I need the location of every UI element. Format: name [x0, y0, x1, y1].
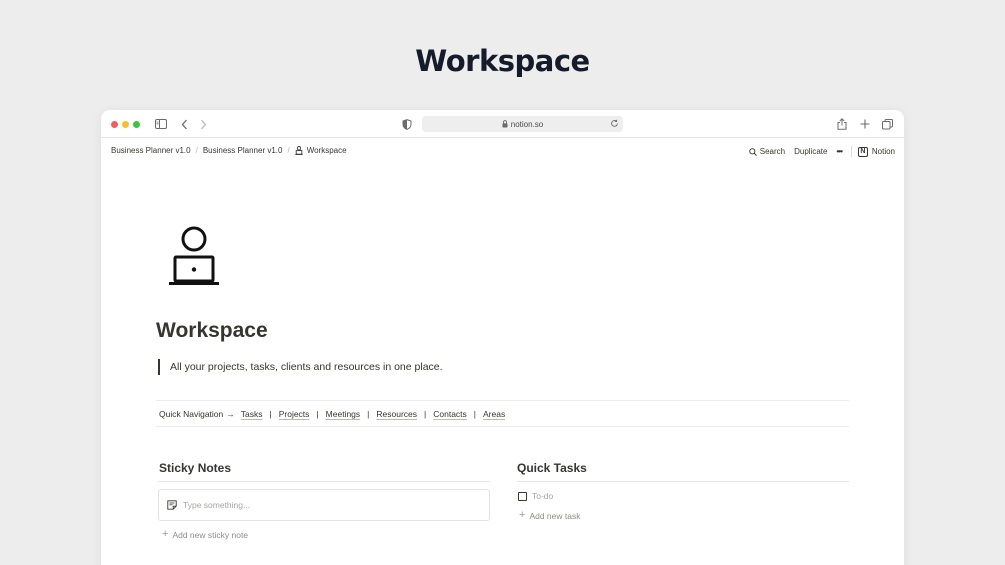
sidebar-icon[interactable]: [154, 117, 168, 131]
nav-separator: |: [424, 408, 427, 419]
notion-topbar: Business Planner v1.0 / Business Planner…: [101, 138, 904, 164]
tabs-overview-icon[interactable]: [880, 117, 894, 131]
nav-link-projects[interactable]: Projects: [279, 409, 310, 419]
reload-icon[interactable]: [610, 119, 619, 130]
duplicate-button[interactable]: Duplicate: [794, 147, 827, 156]
close-window-button[interactable]: [111, 121, 118, 128]
share-icon[interactable]: [835, 117, 849, 131]
sticky-note-input[interactable]: Type something...: [158, 489, 490, 521]
address-bar[interactable]: notion.so: [422, 116, 623, 132]
nav-link-resources[interactable]: Resources: [376, 409, 417, 419]
person-at-laptop-icon: [295, 146, 303, 155]
sticky-notes-heading[interactable]: Sticky Notes: [159, 461, 231, 475]
plus-icon: +: [519, 509, 526, 521]
search-label: Search: [759, 147, 786, 156]
nav-separator: |: [269, 408, 272, 419]
more-options-icon[interactable]: •••: [836, 147, 842, 156]
nav-separator: |: [367, 408, 370, 419]
add-sticky-note-label: Add new sticky note: [172, 529, 249, 540]
add-task-label: Add new task: [529, 510, 581, 521]
topbar-actions: Search Duplicate ••• N Notion: [749, 146, 895, 157]
todo-placeholder: To-do: [532, 491, 554, 501]
sticky-notes-divider: [158, 481, 490, 482]
search-button[interactable]: Search: [749, 147, 785, 156]
topbar-divider: [850, 146, 852, 157]
page-description-quote[interactable]: All your projects, tasks, clients and re…: [158, 359, 443, 375]
add-sticky-note-button[interactable]: + Add new sticky note: [162, 529, 248, 540]
lock-icon: [502, 120, 508, 128]
nav-link-tasks[interactable]: Tasks: [241, 409, 263, 419]
sticky-note-icon: [167, 500, 177, 510]
breadcrumb-separator: /: [195, 146, 198, 155]
nav-link-areas[interactable]: Areas: [483, 409, 505, 419]
browser-window: notion.so Business Planner v1.0 / Busine…: [101, 110, 904, 565]
nav-link-contacts[interactable]: Contacts: [433, 409, 467, 419]
zoom-window-button[interactable]: [133, 121, 140, 128]
nav-separator: |: [316, 408, 319, 419]
new-tab-plus-icon[interactable]: [858, 117, 872, 131]
nav-link-meetings[interactable]: Meetings: [326, 409, 361, 419]
shield-icon[interactable]: [400, 117, 414, 131]
page-title[interactable]: Workspace: [156, 319, 268, 343]
quick-navigation: Quick Navigation → Tasks | Projects | Me…: [156, 400, 849, 427]
add-task-button[interactable]: + Add new task: [519, 510, 580, 521]
search-icon: [749, 147, 757, 156]
breadcrumb: Business Planner v1.0 / Business Planner…: [111, 146, 347, 155]
sticky-note-placeholder: Type something...: [183, 500, 251, 510]
notion-logo-icon: N: [857, 146, 868, 157]
hero-title: Workspace: [415, 44, 590, 78]
notion-button[interactable]: N Notion: [857, 146, 895, 157]
browser-titlebar: notion.so: [101, 110, 904, 138]
nav-separator: |: [473, 408, 476, 419]
minimize-window-button[interactable]: [122, 121, 129, 128]
quick-tasks-divider: [517, 481, 849, 482]
quick-navigation-label: Quick Navigation: [159, 408, 224, 419]
todo-item[interactable]: To-do: [518, 491, 553, 501]
person-at-laptop-icon[interactable]: [168, 225, 220, 292]
breadcrumb-separator: /: [287, 146, 290, 155]
back-chevron-icon[interactable]: [177, 117, 191, 131]
quick-tasks-heading[interactable]: Quick Tasks: [517, 461, 587, 475]
breadcrumb-item[interactable]: Business Planner v1.0: [203, 146, 283, 155]
url-text: notion.so: [510, 119, 544, 129]
arrow-right-icon: →: [226, 408, 235, 419]
breadcrumb-item[interactable]: Business Planner v1.0: [111, 146, 191, 155]
plus-icon: +: [162, 528, 169, 540]
notion-label: Notion: [871, 147, 895, 156]
breadcrumb-item-current[interactable]: Workspace: [307, 146, 347, 155]
todo-checkbox[interactable]: [518, 491, 527, 501]
forward-chevron-icon[interactable]: [196, 117, 210, 131]
